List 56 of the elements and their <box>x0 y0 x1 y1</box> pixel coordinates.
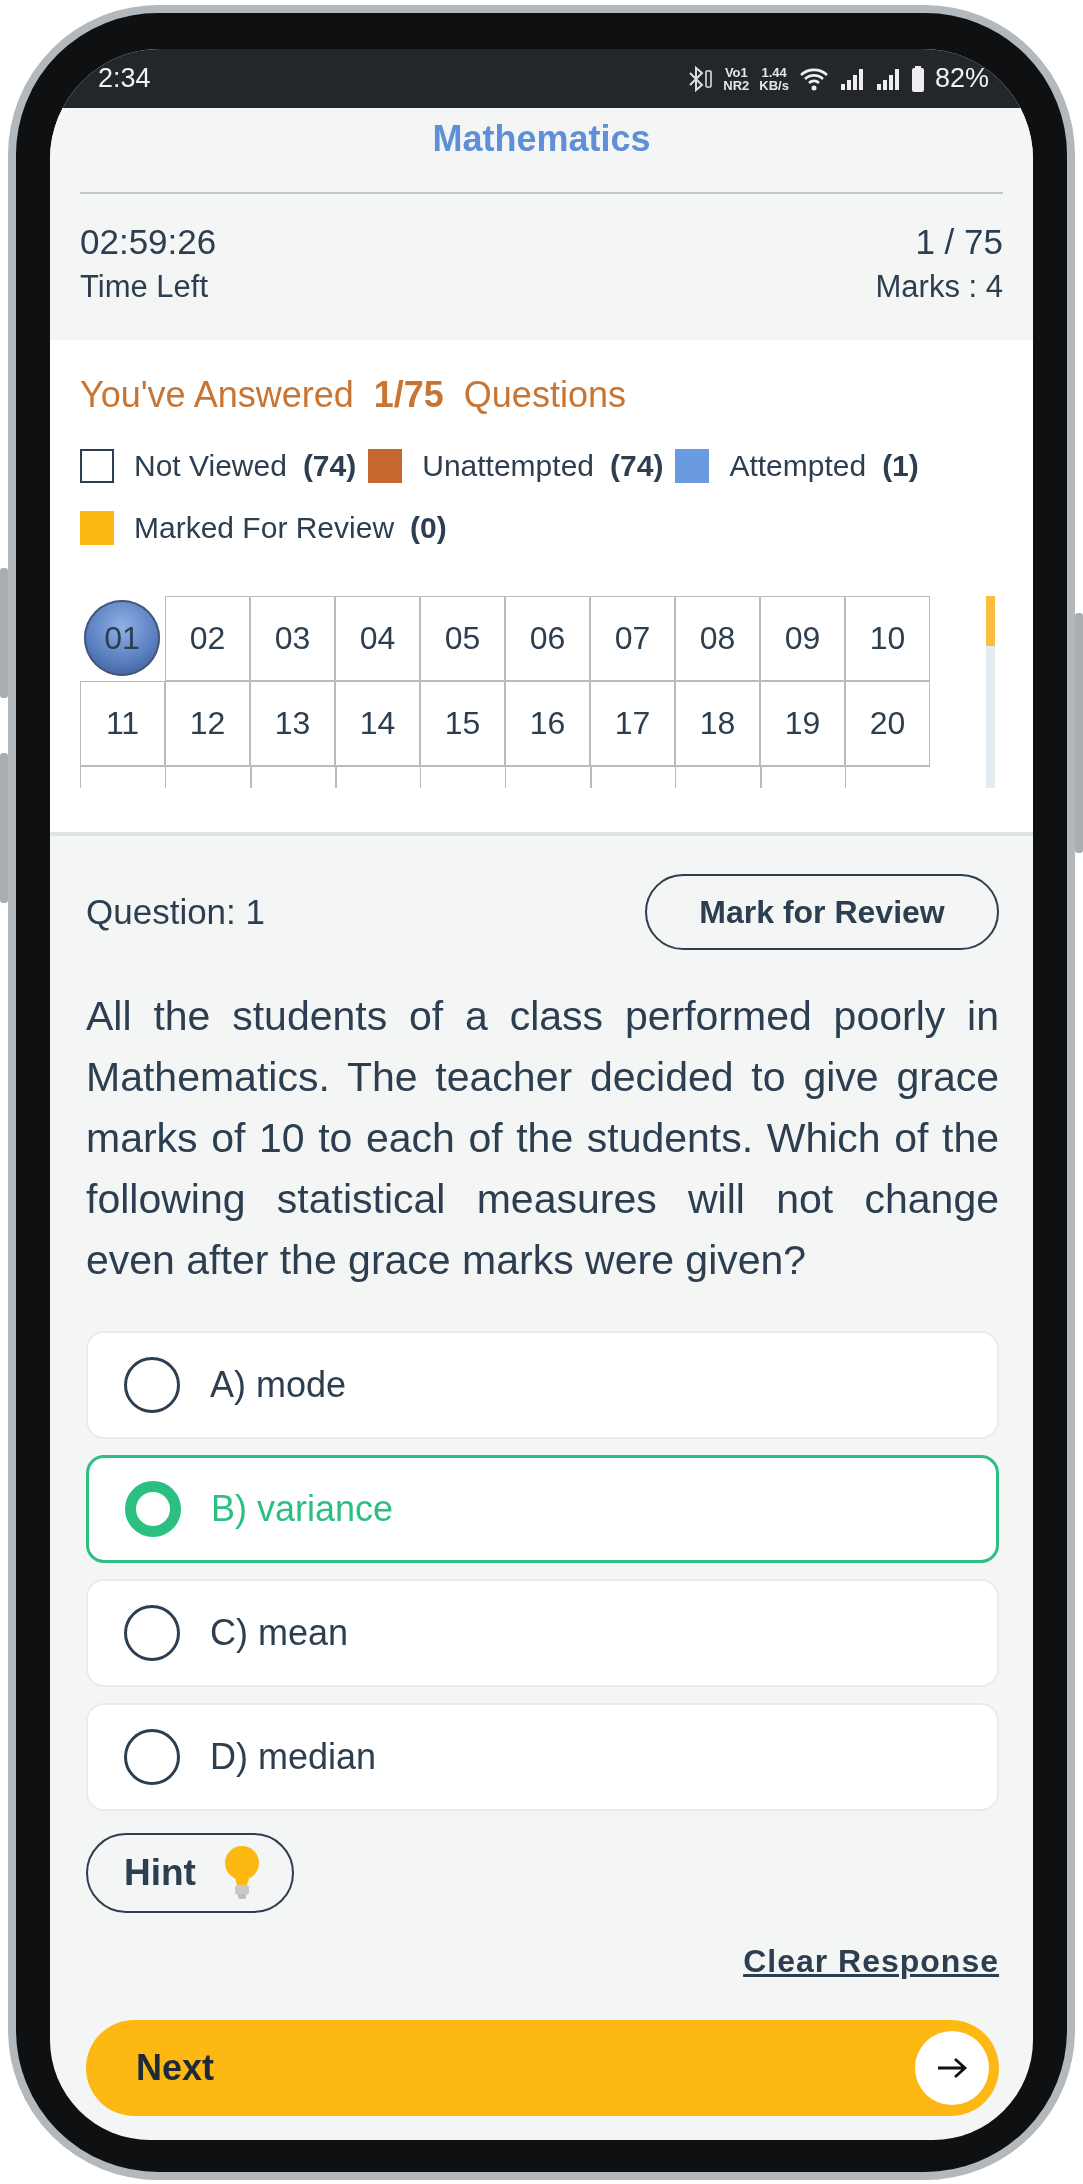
battery-icon <box>910 64 925 93</box>
clock: 2:34 <box>98 63 151 94</box>
question-number-button[interactable]: 19 <box>760 681 845 766</box>
question-number-button[interactable]: 13 <box>250 681 335 766</box>
question-number-button[interactable]: 17 <box>590 681 675 766</box>
question-number-button[interactable]: 04 <box>335 596 420 681</box>
hint-button[interactable]: Hint <box>86 1833 294 1913</box>
legend-label: Attempted <box>729 448 867 484</box>
current-question-button[interactable]: 01 <box>84 600 160 676</box>
radio-button[interactable] <box>125 1481 181 1537</box>
question-number-button[interactable]: 10 <box>845 596 930 681</box>
legend-label: Not Viewed <box>134 448 287 484</box>
answer-option[interactable]: C) mean <box>86 1579 999 1687</box>
marks-label: Marks : 4 <box>875 268 1003 306</box>
legend-label: Unattempted <box>422 448 594 484</box>
answer-option[interactable]: A) mode <box>86 1331 999 1439</box>
question-number-button[interactable]: 15 <box>420 681 505 766</box>
legend-count: (74) <box>302 448 357 484</box>
question-number-button[interactable]: 20 <box>845 681 930 766</box>
signal-icon <box>838 66 865 91</box>
question-number-button[interactable]: 07 <box>590 596 675 681</box>
network-label: Vo1 NR2 <box>723 65 750 92</box>
radio-button[interactable] <box>124 1729 180 1785</box>
arrow-right-icon <box>936 2056 968 2080</box>
question-number-button[interactable]: 03 <box>250 596 335 681</box>
network-speed: 1.44 KB/s <box>759 65 789 92</box>
bluetooth-icon <box>687 64 714 93</box>
question-counter: 1 / 75 <box>915 222 1003 262</box>
signal-icon <box>874 66 901 91</box>
question-number-button[interactable]: 05 <box>420 596 505 681</box>
timer-label: Time Left <box>80 268 210 306</box>
question-number-button[interactable]: 11 <box>80 681 165 766</box>
question-text: All the students of a class performed poorly in Mathematics. The teacher decided to give grace marks of 10 to each of the students. Which of the following statistical measures will not change even after the grace marks were given? <box>86 992 999 1285</box>
clear-response-link[interactable]: Clear Response <box>743 1943 999 1980</box>
countdown-timer: 02:59:26 <box>80 222 217 262</box>
legend-count: (1) <box>882 448 919 484</box>
legend-count: (74) <box>610 448 664 484</box>
answer-option[interactable]: D) median <box>86 1703 999 1811</box>
radio-button[interactable] <box>124 1357 180 1413</box>
mark-for-review-button[interactable]: Mark for Review <box>645 874 999 950</box>
question-number-button[interactable]: 18 <box>675 681 760 766</box>
radio-button[interactable] <box>124 1605 180 1661</box>
question-number: Question: 1 <box>86 892 265 932</box>
next-button[interactable]: Next <box>86 2020 999 2116</box>
battery-level: 82% <box>934 63 989 94</box>
question-number-button[interactable]: 08 <box>675 596 760 681</box>
subject-title: Mathematics <box>431 118 652 160</box>
question-number-button[interactable]: 06 <box>505 596 590 681</box>
legend-label: Marked For Review <box>134 510 395 546</box>
answered-summary: You've Answered 1/75 Questions <box>80 374 627 416</box>
question-number-button[interactable]: 14 <box>335 681 420 766</box>
question-number-button[interactable]: 12 <box>165 681 250 766</box>
question-number-button[interactable]: 02 <box>165 596 250 681</box>
question-number-button[interactable]: 09 <box>760 596 845 681</box>
legend-count: (0) <box>410 510 447 546</box>
question-number-button[interactable]: 16 <box>505 681 590 766</box>
